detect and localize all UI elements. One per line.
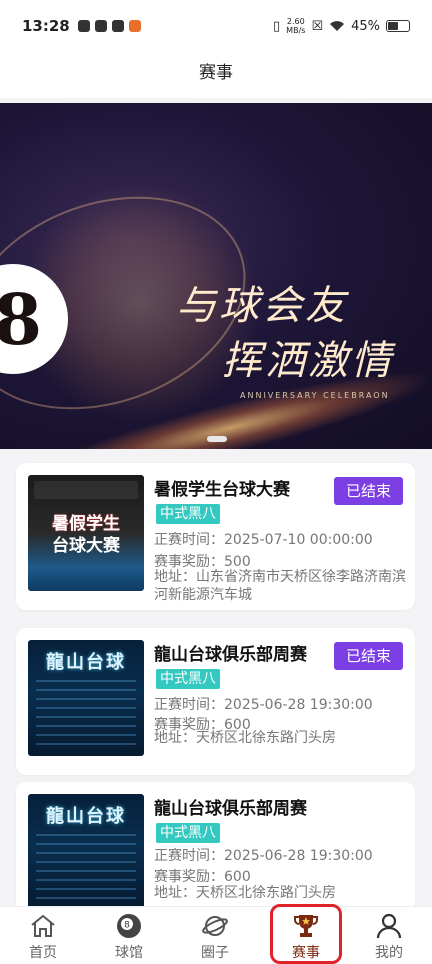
tab-label: 球馆 xyxy=(115,945,143,961)
event-time: 正赛时间：2025-07-10 00:00:00 xyxy=(154,532,373,548)
status-indicators: ▯ 2.60 MB/s ☒ 45% xyxy=(273,17,410,35)
active-tab-highlight xyxy=(270,904,342,964)
bottom-tab-bar: 首页 8 球馆 圈子 赛事 我的 xyxy=(0,906,432,964)
status-bar: 13:28 ▯ 2.60 MB/s ☒ 45% xyxy=(0,0,432,52)
poster-text: 龍山台球 xyxy=(46,806,126,827)
tab-home[interactable]: 首页 xyxy=(13,911,73,962)
tab-venues[interactable]: 8 球馆 xyxy=(99,911,159,962)
notification-app-icon xyxy=(77,20,90,32)
wifi-icon xyxy=(330,21,345,31)
page-title: 赛事 xyxy=(199,63,233,83)
notification-app-icon xyxy=(94,20,107,32)
poster-text: 龍山台球 xyxy=(46,652,126,673)
event-address: 地址：天桥区北徐东路门头房 xyxy=(154,885,336,901)
event-card[interactable]: 龍山台球 龍山台球俱乐部周赛 已结束 中式黑八 正赛时间：2025-06-28 … xyxy=(16,628,415,775)
event-type-tag: 中式黑八 xyxy=(156,504,220,524)
network-speed-unit: MB/s xyxy=(286,26,306,35)
event-poster: 龍山台球 xyxy=(28,640,144,756)
event-title: 暑假学生台球大赛 xyxy=(154,480,290,500)
notification-app-icon xyxy=(111,20,124,32)
event-poster: 龍山台球 xyxy=(28,794,144,910)
event-address: 地址：山东省济南市天桥区徐李路济南滨河新能源汽车城 xyxy=(154,569,406,603)
banner-subtitle: ANNIVERSARY CELEBRAON xyxy=(240,391,390,400)
event-status-button[interactable]: 已结束 xyxy=(334,642,403,670)
tab-label: 圈子 xyxy=(201,945,229,961)
network-speed: 2.60 MB/s xyxy=(286,17,305,35)
vibrate-icon: ▯ xyxy=(273,18,281,34)
tab-profile[interactable]: 我的 xyxy=(359,911,419,962)
event-address: 地址：天桥区北徐东路门头房 xyxy=(154,730,336,746)
event-time: 正赛时间：2025-06-28 19:30:00 xyxy=(154,697,373,713)
tab-circle[interactable]: 圈子 xyxy=(185,911,245,962)
event-type-tag: 中式黑八 xyxy=(156,669,220,689)
event-poster: 暑假学生 台球大赛 xyxy=(28,475,144,591)
tab-label: 我的 xyxy=(375,945,403,961)
no-sim-icon: ☒ xyxy=(311,18,324,34)
event-card[interactable]: 暑假学生 台球大赛 暑假学生台球大赛 已结束 中式黑八 正赛时间：2025-07… xyxy=(16,463,415,610)
notification-app-icon xyxy=(128,20,141,32)
promo-banner[interactable]: 8 与球会友 挥洒激情 ANNIVERSARY CELEBRAON xyxy=(0,103,432,449)
network-speed-value: 2.60 xyxy=(286,17,305,26)
user-icon xyxy=(376,913,402,939)
billiard-ball-icon: 8 xyxy=(117,914,141,938)
tab-label: 首页 xyxy=(29,945,57,961)
svg-text:8: 8 xyxy=(124,921,130,931)
event-prize: 赛事奖励：600 xyxy=(154,869,251,885)
battery-percent: 45% xyxy=(351,18,380,34)
battery-icon xyxy=(386,20,410,32)
event-type-tag: 中式黑八 xyxy=(156,823,220,843)
banner-headline-2: 挥洒激情 xyxy=(222,338,394,384)
planet-icon xyxy=(202,916,228,936)
event-time: 正赛时间：2025-06-28 19:30:00 xyxy=(154,848,373,864)
event-title: 龍山台球俱乐部周赛 xyxy=(154,645,307,665)
clock: 13:28 xyxy=(22,17,70,35)
home-icon xyxy=(31,914,55,937)
banner-headline-1: 与球会友 xyxy=(176,283,348,329)
carousel-indicator[interactable] xyxy=(207,436,227,442)
ball-number: 8 xyxy=(0,277,42,361)
page-header: 赛事 xyxy=(0,52,432,98)
event-title: 龍山台球俱乐部周赛 xyxy=(154,799,307,819)
event-status-button[interactable]: 已结束 xyxy=(334,477,403,505)
poster-text: 台球大赛 xyxy=(52,536,120,556)
